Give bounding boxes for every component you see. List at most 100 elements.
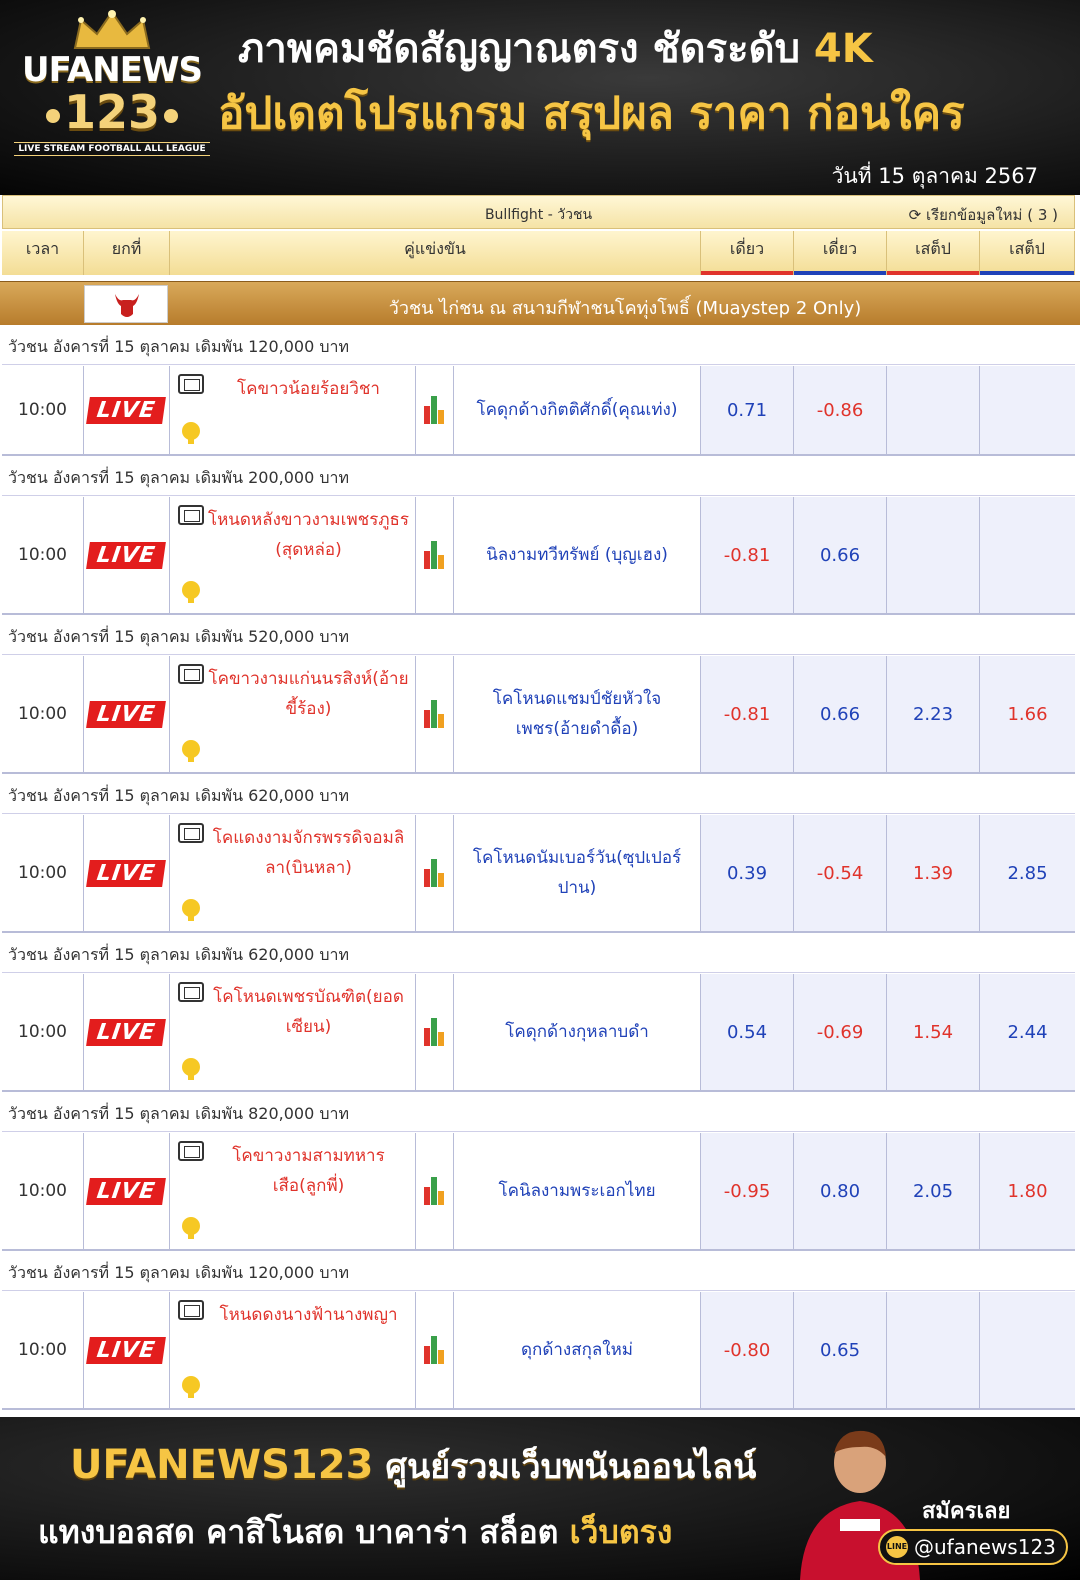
live-button[interactable]: LIVE	[84, 1292, 170, 1408]
odd-single-2[interactable]: 0.65	[794, 1292, 887, 1408]
stats-icon	[423, 541, 446, 569]
headline-1: ภาพคมชัดสัญญาณตรง ชัดระดับ 4K	[238, 26, 873, 72]
home-team[interactable]: โคโหนดเพชรบัณฑิต(ยอดเซียน)	[170, 974, 416, 1090]
tv-icon[interactable]	[178, 823, 204, 843]
odd-step-2[interactable]: 1.80	[980, 1133, 1075, 1249]
odd-step-2[interactable]	[980, 366, 1075, 454]
table-row[interactable]: 10:00 LIVE โคแดงงามจักรพรรดิจอมลิลา(บินห…	[2, 815, 1075, 933]
away-team-name[interactable]: โคดุกด้างกุหลาบดำ	[454, 974, 701, 1090]
stats-button[interactable]	[416, 974, 454, 1090]
odd-single-1[interactable]: -0.81	[701, 656, 794, 772]
away-team-name[interactable]: โคนิลงามพระเอกไทย	[454, 1133, 701, 1249]
stats-button[interactable]	[416, 656, 454, 772]
line-handle[interactable]: LINE @ufanews123	[878, 1529, 1068, 1565]
live-button[interactable]: LIVE	[84, 815, 170, 931]
odd-step-2[interactable]	[980, 1292, 1075, 1408]
match-time: 10:00	[2, 815, 84, 931]
home-team[interactable]: โคแดงงามจักรพรรดิจอมลิลา(บินหลา)	[170, 815, 416, 931]
table-row[interactable]: 10:00 LIVE โคโหนดเพชรบัณฑิต(ยอดเซียน) โค…	[2, 974, 1075, 1092]
odd-step-2[interactable]: 2.44	[980, 974, 1075, 1090]
tv-icon[interactable]	[178, 982, 204, 1002]
group-header: วัวชน อังคารที่ 15 ตุลาคม เดิมพัน 200,00…	[2, 456, 1075, 496]
col-odd3: เสต็ป	[887, 231, 980, 275]
odd-single-1[interactable]: -0.95	[701, 1133, 794, 1249]
stats-button[interactable]	[416, 366, 454, 454]
odd-step-1[interactable]	[887, 497, 980, 613]
odd-step-2[interactable]: 1.66	[980, 656, 1075, 772]
col-odd4: เสต็ป	[980, 231, 1075, 275]
odd-single-1[interactable]: -0.80	[701, 1292, 794, 1408]
live-button[interactable]: LIVE	[84, 656, 170, 772]
table-row[interactable]: 10:00 LIVE โหนดดงนางฟ้านางพญา ดุกด้างสกุ…	[2, 1292, 1075, 1410]
lightbulb-icon	[182, 899, 200, 921]
match-time: 10:00	[2, 366, 84, 454]
away-team-name[interactable]: ดุกด้างสกุลใหม่	[454, 1292, 701, 1408]
odd-single-2[interactable]: -0.69	[794, 974, 887, 1090]
live-button[interactable]: LIVE	[84, 497, 170, 613]
odd-single-2[interactable]: -0.86	[794, 366, 887, 454]
live-button[interactable]: LIVE	[84, 974, 170, 1090]
table-row[interactable]: 10:00 LIVE โหนดหลังขาวงามเพชรภูธร (สุดหล…	[2, 497, 1075, 615]
group-header: วัวชน อังคารที่ 15 ตุลาคม เดิมพัน 820,00…	[2, 1092, 1075, 1132]
signup-button[interactable]: สมัครเลย	[922, 1493, 1010, 1528]
odd-step-2[interactable]	[980, 497, 1075, 613]
live-button[interactable]: LIVE	[84, 366, 170, 454]
odd-step-1[interactable]: 1.54	[887, 974, 980, 1090]
live-badge: LIVE	[86, 1018, 167, 1046]
table-row[interactable]: 10:00 LIVE โคขาวงามแก่นนรสิงห์(อ้ายขี้ร้…	[2, 656, 1075, 774]
odd-single-1[interactable]: 0.54	[701, 974, 794, 1090]
odd-single-1[interactable]: 0.71	[701, 366, 794, 454]
live-button[interactable]: LIVE	[84, 1133, 170, 1249]
home-team[interactable]: โหนดหลังขาวงามเพชรภูธร (สุดหล่อ)	[170, 497, 416, 613]
live-badge: LIVE	[86, 700, 167, 728]
odd-single-2[interactable]: 0.66	[794, 656, 887, 772]
tv-icon[interactable]	[178, 505, 204, 525]
stats-button[interactable]	[416, 1292, 454, 1408]
header-banner: UFANEWS 123 LIVE STREAM FOOTBALL ALL LEA…	[0, 0, 1080, 195]
odd-step-1[interactable]: 1.39	[887, 815, 980, 931]
home-team[interactable]: โคขาวงามแก่นนรสิงห์(อ้ายขี้ร้อง)	[170, 656, 416, 772]
refresh-icon: ⟳	[908, 206, 922, 224]
odd-step-1[interactable]	[887, 1292, 980, 1408]
col-match: คู่แข่งขัน	[170, 231, 701, 275]
col-time: เวลา	[2, 231, 84, 275]
away-team-name[interactable]: นิลงามทวีทรัพย์ (บุญเฮง)	[454, 497, 701, 613]
col-odd2: เดี่ยว	[794, 231, 887, 275]
away-team-name[interactable]: โคโหนดแชมป์ชัยหัวใจเพชร(อ้ายดำดื้อ)	[454, 656, 701, 772]
ball-icon	[45, 108, 60, 123]
odd-single-2[interactable]: 0.66	[794, 497, 887, 613]
away-team-name[interactable]: โคโหนดนัมเบอร์วัน(ซุปเปอร์ปาน)	[454, 815, 701, 931]
site-logo[interactable]: UFANEWS 123 LIVE STREAM FOOTBALL ALL LEA…	[14, 8, 210, 186]
stats-button[interactable]	[416, 1133, 454, 1249]
lightbulb-icon	[182, 1217, 200, 1239]
odd-single-2[interactable]: -0.54	[794, 815, 887, 931]
odd-step-1[interactable]	[887, 366, 980, 454]
group-header: วัวชน อังคารที่ 15 ตุลาคม เดิมพัน 120,00…	[2, 325, 1075, 365]
odd-single-1[interactable]: 0.39	[701, 815, 794, 931]
stats-button[interactable]	[416, 497, 454, 613]
refresh-button[interactable]: ⟳ เรียกข้อมูลใหม่ ( 3 )	[909, 203, 1058, 227]
match-time: 10:00	[2, 497, 84, 613]
home-team[interactable]: โคขาวงามสามทหารเสือ(ลูกพี่)	[170, 1133, 416, 1249]
odd-single-2[interactable]: 0.80	[794, 1133, 887, 1249]
away-team-name[interactable]: โคดุกด้างกิตติศักดิ์(คุณเท่ง)	[454, 366, 701, 454]
odd-step-1[interactable]: 2.23	[887, 656, 980, 772]
stats-icon	[423, 1018, 446, 1046]
home-team[interactable]: โหนดดงนางฟ้านางพญา	[170, 1292, 416, 1408]
odd-step-1[interactable]: 2.05	[887, 1133, 980, 1249]
odd-step-2[interactable]: 2.85	[980, 815, 1075, 931]
home-team[interactable]: โคขาวน้อยร้อยวิชา	[170, 366, 416, 454]
table-row[interactable]: 10:00 LIVE โคขาวน้อยร้อยวิชา โคดุกด้างกิ…	[2, 366, 1075, 456]
table-row[interactable]: 10:00 LIVE โคขาวงามสามทหารเสือ(ลูกพี่) โ…	[2, 1133, 1075, 1251]
tv-icon[interactable]	[178, 374, 204, 394]
live-badge: LIVE	[86, 859, 167, 887]
live-badge: LIVE	[86, 396, 167, 424]
tv-icon[interactable]	[178, 1141, 204, 1161]
headline-4k: 4K	[813, 26, 873, 72]
tv-icon[interactable]	[178, 664, 204, 684]
odd-single-1[interactable]: -0.81	[701, 497, 794, 613]
odds-table: Bullfight - วัวชน ⟳ เรียกข้อมูลใหม่ ( 3 …	[0, 195, 1080, 1417]
match-time: 10:00	[2, 974, 84, 1090]
stats-button[interactable]	[416, 815, 454, 931]
tv-icon[interactable]	[178, 1300, 204, 1320]
